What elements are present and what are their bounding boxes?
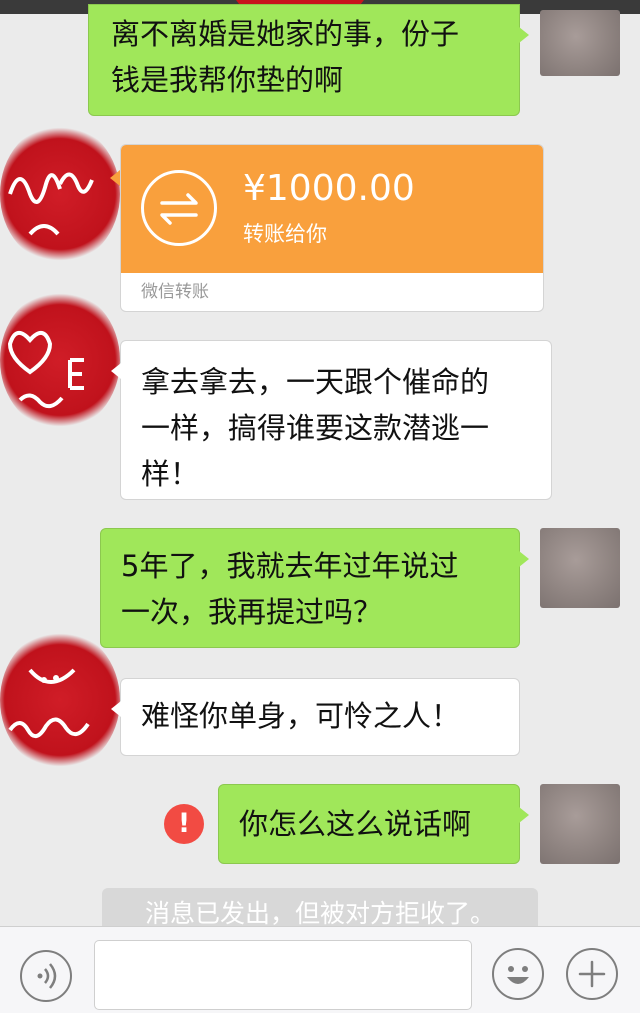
received-message-bubble[interactable]: 拿去拿去，一天跟个催命的 一样，搞得谁要这款潜逃一 样！ (111, 340, 552, 500)
message-line: 难怪你单身，可怜之人！ (141, 699, 461, 733)
message-line: 拿去拿去，一天跟个催命的 (141, 365, 490, 399)
message-line: 5年了，我就去年过年说过 (121, 549, 459, 583)
my-avatar[interactable] (540, 784, 620, 864)
sent-message-bubble[interactable]: 5年了，我就去年过年说过 一次，我再提过吗？ (100, 528, 529, 648)
sent-message-bubble[interactable]: 离不离婚是她家的事，份子 钱是我帮你垫的啊 (88, 4, 529, 116)
emoji-button[interactable] (492, 948, 544, 1000)
plus-icon (578, 960, 606, 988)
transfer-arrows-icon (141, 170, 217, 246)
transfer-card-header: ¥1000.00 转账给你 (121, 145, 543, 273)
message-input[interactable] (94, 940, 472, 1010)
message-line: 一次，我再提过吗？ (121, 595, 383, 629)
my-avatar[interactable] (540, 528, 620, 608)
sent-message-bubble[interactable]: 你怎么这么说话啊 (218, 784, 529, 864)
voice-button[interactable] (20, 950, 72, 1002)
message-line: 一样，搞得谁要这款潜逃一 (141, 411, 490, 445)
transfer-tail (110, 170, 120, 186)
add-button[interactable] (566, 948, 618, 1000)
friend-avatar[interactable] (0, 290, 120, 430)
message-line: 离不离婚是她家的事，份子 (111, 17, 460, 51)
transfer-footer-label: 微信转账 (141, 282, 209, 302)
message-line: 你怎么这么说话啊 (239, 807, 472, 841)
transfer-card[interactable]: ¥1000.00 转账给你 微信转账 (120, 144, 544, 312)
message-line: 钱是我帮你垫的啊 (111, 63, 344, 97)
friend-avatar[interactable] (0, 124, 120, 264)
avatar-heart-pattern (7, 331, 84, 409)
transfer-description: 转账给你 (243, 222, 327, 246)
avatar-script-pattern (8, 172, 94, 236)
avatar-watermelon-pattern (8, 668, 90, 738)
friend-avatar[interactable] (0, 630, 120, 770)
my-avatar[interactable] (540, 10, 620, 76)
emoji-icon (507, 966, 529, 984)
message-line: 样！ (141, 457, 200, 491)
voice-icon (37, 963, 57, 989)
transfer-amount: ¥1000.00 (243, 168, 415, 209)
received-message-bubble[interactable]: 难怪你单身，可怜之人！ (111, 678, 520, 756)
alert-icon[interactable]: ! (164, 804, 204, 844)
